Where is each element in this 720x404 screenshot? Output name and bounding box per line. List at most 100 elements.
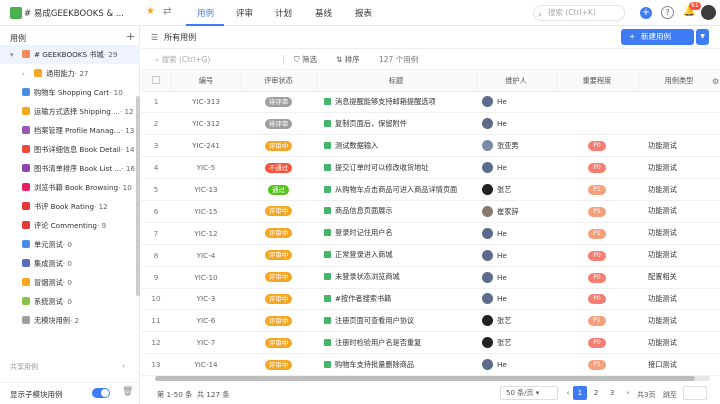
case-title[interactable]: 测试数据输入 [335,141,378,150]
table-row[interactable]: 5YIC-13通过从购物车点击商品可进入商品详情页面张艺P1功能测试 [141,179,720,201]
sidebar-item[interactable]: 图书清单排序 Book List ...· 16 [0,159,140,178]
page-3[interactable]: 3 [605,386,619,400]
trash-icon[interactable]: 🗑 [122,387,133,397]
case-code[interactable]: YIC-10 [171,266,241,288]
table-row[interactable]: 13YIC-14评审中购物车支持批量删除商品HeP1接口测试 [141,354,720,376]
case-title[interactable]: 从购物车点击商品可进入商品详情页面 [335,185,457,194]
case-title[interactable]: 购物车支持批量删除商品 [335,360,414,369]
tab-review[interactable]: 评审 [236,7,253,19]
case-code[interactable]: YIC-241 [171,135,241,157]
column-settings-icon[interactable]: ⚙ [712,77,719,86]
status-badge[interactable]: 待评审 [265,97,293,107]
table-row[interactable]: 1YIC-313待评审消息提醒能够支持邮箱提醒选项He [141,91,720,113]
tab-baseline[interactable]: 基线 [315,7,332,19]
table-row[interactable]: 12YIC-7评审中注册时检验用户名是否重复张艺P0功能测试 [141,332,720,354]
add-module-icon[interactable]: + [126,30,135,43]
status-badge[interactable]: 待评审 [265,119,293,129]
shared-cases-label[interactable]: 共享用例 [10,362,38,372]
filter-button[interactable]: ⛉ 筛选 [294,54,317,65]
case-title[interactable]: 提交订单时可以修改收货地址 [335,163,428,172]
chevron-right-icon[interactable]: › [22,64,25,83]
help-icon[interactable]: ? [661,6,674,19]
col-code[interactable]: 编号 [171,71,241,91]
case-code[interactable]: YIC-7 [171,332,241,354]
case-title[interactable]: 复制页面后，保留附件 [335,119,407,128]
sidebar-item[interactable]: ▾# GEEKBOOKS 书城· 29 [0,45,140,64]
page-size-select[interactable]: 50 条/页 ▾ [500,386,558,400]
priority-badge[interactable]: P1 [588,229,606,239]
case-title[interactable]: 登录时记住用户名 [335,228,393,237]
col-priority[interactable]: 重要程度 [556,71,638,91]
table-row[interactable]: 8YIC-4评审中正常登录进入商城HeP0功能测试 [141,244,720,266]
show-submodule-toggle[interactable] [92,388,110,398]
sidebar-item[interactable]: 集成测试· 0 [0,254,140,273]
case-code[interactable]: YIC-4 [171,244,241,266]
project-logo-icon[interactable] [10,7,22,19]
priority-badge[interactable]: P1 [588,207,606,217]
global-search-input[interactable]: ⌕搜索 (Ctrl+K) [533,5,625,21]
chevron-right-icon[interactable]: › [122,361,125,370]
case-code[interactable]: YIC-15 [171,200,241,222]
add-icon[interactable]: + [640,7,652,19]
tab-cases[interactable]: 用例 [197,7,214,19]
case-title[interactable]: 注册时检验用户名是否重复 [335,338,421,347]
sidebar-item[interactable]: 冒烟测试· 0 [0,273,140,292]
page-2[interactable]: 2 [589,386,603,400]
table-row[interactable]: 10YIC-3评审中#按作者搜索书籍HeP0功能测试 [141,288,720,310]
user-avatar[interactable] [701,5,716,20]
status-badge[interactable]: 评审中 [265,272,293,282]
sidebar-item[interactable]: ›通用能力· 27 [0,64,140,83]
table-row[interactable]: 6YIC-15评审中商品信息页面展示崔家辞P1功能测试 [141,200,720,222]
horizontal-scrollbar[interactable] [155,376,710,381]
select-all-checkbox[interactable] [141,71,171,91]
status-badge[interactable]: 评审中 [265,360,293,370]
tab-report[interactable]: 报表 [355,7,372,19]
priority-badge[interactable]: P0 [588,163,606,173]
sidebar-item[interactable]: 书评 Book Rating· 12 [0,197,140,216]
sidebar-item[interactable]: 浏览书籍 Book Browsing· 10 [0,178,140,197]
table-row[interactable]: 3YIC-241评审中测试数据输入张亚男P0功能测试 [141,135,720,157]
case-code[interactable]: YIC-5 [171,157,241,179]
col-case-type[interactable]: 用例类型 [638,71,720,91]
case-code[interactable]: YIC-13 [171,179,241,201]
table-row[interactable]: 4YIC-5不通过提交订单时可以修改收货地址HeP0功能测试 [141,157,720,179]
sidebar-item[interactable]: 系统测试· 0 [0,292,140,311]
case-code[interactable]: YIC-12 [171,222,241,244]
priority-badge[interactable]: P0 [588,294,606,304]
case-code[interactable]: YIC-6 [171,310,241,332]
table-row[interactable]: 9YIC-10评审中未登录状态浏览商城HeP0配置相关 [141,266,720,288]
priority-badge[interactable]: P0 [588,251,606,261]
col-title[interactable]: 标题 [316,71,476,91]
priority-badge[interactable]: P1 [588,360,606,370]
status-badge[interactable]: 不通过 [265,163,293,173]
star-icon[interactable]: ★ [146,6,155,17]
status-badge[interactable]: 评审中 [265,206,293,216]
status-badge[interactable]: 评审中 [265,228,293,238]
page-1[interactable]: 1 [573,386,587,400]
status-badge[interactable]: 评审中 [265,338,293,348]
jump-page-input[interactable] [683,386,707,400]
priority-badge[interactable]: P1 [588,316,606,326]
table-row[interactable]: 2YIC-312待评审复制页面后，保留附件He [141,113,720,135]
col-maintainer[interactable]: 维护人 [476,71,556,91]
case-title[interactable]: 商品信息页面展示 [335,206,393,215]
switch-icon[interactable]: ⇄ [163,6,171,17]
new-case-button[interactable]: +新建用例 [621,29,694,45]
sort-button[interactable]: ⇅ 排序 [336,54,360,65]
case-search-input[interactable]: ⌕ 搜索 (Ctrl+G) [155,54,210,65]
sidebar-item[interactable]: 图书详细信息 Book Detail· 14 [0,140,140,159]
col-review-status[interactable]: 评审状态 [241,71,316,91]
status-badge[interactable]: 评审中 [265,250,293,260]
sidebar-item[interactable]: 购物车 Shopping Cart· 10 [0,83,140,102]
sidebar-item[interactable]: 运输方式选择 Shipping ...· 12 [0,102,140,121]
case-code[interactable]: YIC-313 [171,91,241,113]
case-code[interactable]: YIC-3 [171,288,241,310]
sidebar-scrollbar[interactable] [136,96,140,296]
priority-badge[interactable]: P0 [588,141,606,151]
tab-plan[interactable]: 计划 [275,7,292,19]
priority-badge[interactable]: P0 [588,273,606,283]
chevron-down-icon[interactable]: ▾ [10,45,14,64]
case-title[interactable]: 正常登录进入商城 [335,250,393,259]
case-title[interactable]: 未登录状态浏览商城 [335,272,400,281]
case-title[interactable]: #按作者搜索书籍 [335,294,391,303]
